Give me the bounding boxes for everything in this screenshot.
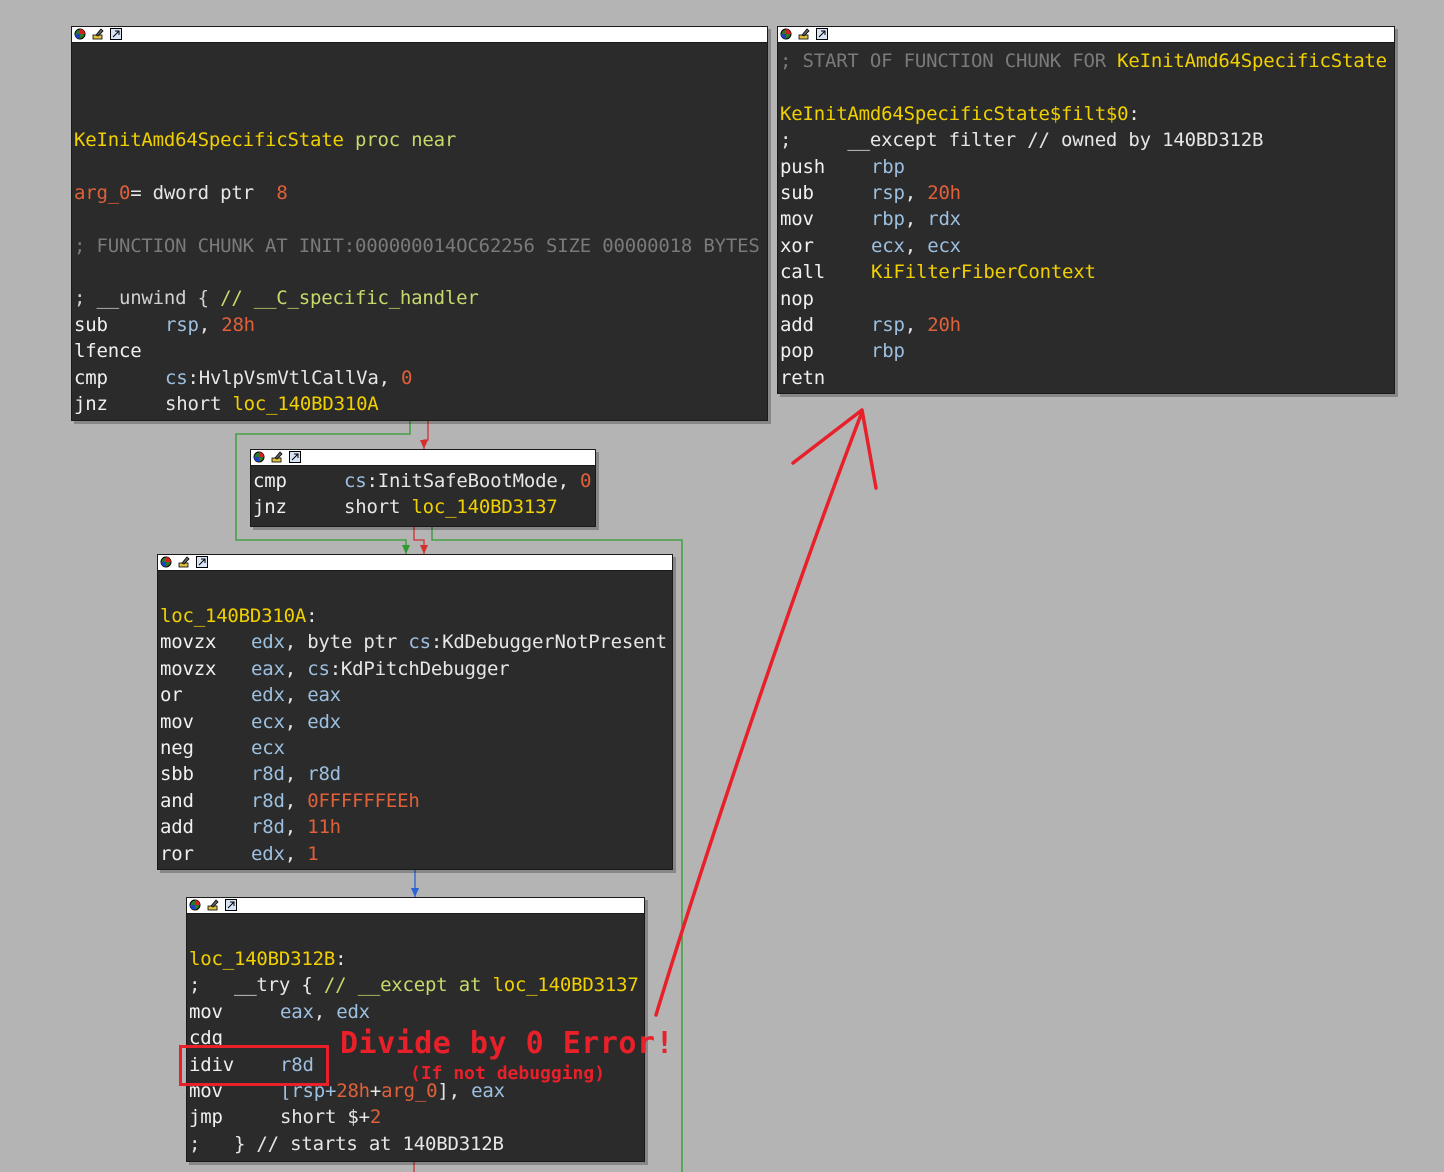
try-comment: ; __try { // __except at loc_140BD3137	[189, 974, 639, 997]
function-name[interactable]: KeInitAmd64SpecificState	[74, 129, 344, 151]
instruction-line[interactable]: xor ecx, ecx	[780, 233, 1392, 259]
instruction-line[interactable]: or edx, eax	[160, 682, 670, 708]
edge-arrowhead	[402, 545, 410, 554]
unwind-comment: ; __unwind { // __C_specific_handler	[74, 287, 479, 310]
jump-target-label[interactable]: loc_140BD3137	[411, 496, 557, 518]
rename-icon[interactable]	[798, 28, 810, 40]
block-label-line: loc_140BD312B:	[189, 948, 347, 970]
collapse-icon[interactable]	[289, 451, 301, 463]
color-icon[interactable]	[189, 899, 201, 911]
jump-target-label[interactable]: loc_140BD310A	[232, 393, 378, 415]
node-titlebar	[72, 27, 767, 43]
instruction-line[interactable]: neg ecx	[160, 735, 670, 761]
edge-arrowhead	[420, 440, 428, 449]
instruction-line[interactable]: cmp cs:HvlpVsmVtlCallVa, 0	[74, 365, 765, 391]
instruction-line[interactable]: movzx eax, cs:KdPitchDebugger	[160, 656, 670, 682]
call-target-label[interactable]: KiFilterFiberContext	[871, 261, 1096, 283]
proc-header-line: KeInitAmd64SpecificState proc near	[74, 129, 457, 151]
graph-node-entry[interactable]: KeInitAmd64SpecificState proc near arg_0…	[71, 26, 768, 421]
instruction-line[interactable]: mov eax, edx	[189, 999, 642, 1025]
edge-arrowhead	[420, 545, 428, 554]
instruction-line[interactable]: pop rbp	[780, 338, 1392, 364]
instruction-line[interactable]: jmp short $+2	[189, 1104, 642, 1130]
chunk-header-comment: ; START OF FUNCTION CHUNK FOR KeInitAmd6…	[780, 50, 1387, 72]
instruction-line[interactable]: ror edx, 1	[160, 841, 670, 867]
instruction-line[interactable]: push rbp	[780, 154, 1392, 180]
instruction-line[interactable]: mov ecx, edx	[160, 709, 670, 735]
color-icon[interactable]	[253, 451, 265, 463]
rename-icon[interactable]	[92, 28, 104, 40]
rename-icon[interactable]	[207, 899, 219, 911]
rename-icon[interactable]	[271, 451, 283, 463]
node-titlebar	[778, 27, 1394, 43]
graph-node-loc-140BD310A[interactable]: loc_140BD310A: movzx edx, byte ptr cs:KdD…	[157, 554, 673, 870]
idiv-highlight-box	[179, 1045, 329, 1086]
instruction-line[interactable]: nop	[780, 286, 1392, 312]
instruction-line[interactable]: cmp cs:InitSafeBootMode, 0	[253, 468, 593, 494]
instruction-line[interactable]: lfence	[74, 338, 765, 364]
block-label-line: KeInitAmd64SpecificState$filt$0:	[780, 102, 1140, 125]
block-label[interactable]: loc_140BD312B	[189, 948, 335, 970]
instruction-line[interactable]: jnz short loc_140BD310A	[74, 391, 765, 417]
collapse-icon[interactable]	[816, 28, 828, 40]
block-label[interactable]: KeInitAmd64SpecificState$filt$0	[780, 103, 1129, 125]
annotation-subtitle: (If not debugging)	[410, 1063, 606, 1084]
collapse-icon[interactable]	[225, 899, 237, 911]
annotation-title: Divide by 0 Error!	[340, 1026, 675, 1061]
instruction-line[interactable]: add r8d, 11h	[160, 814, 670, 840]
graph-node-safeboot-check[interactable]: cmp cs:InitSafeBootMode, 0 jnz short loc_1…	[250, 449, 596, 527]
instruction-line[interactable]: sub rsp, 20h	[780, 180, 1392, 206]
graph-node-except-filter[interactable]: ; START OF FUNCTION CHUNK FOR KeInitAmd6…	[777, 26, 1395, 394]
color-icon[interactable]	[160, 556, 172, 568]
edge-arrowhead	[411, 888, 419, 897]
color-icon[interactable]	[780, 28, 792, 40]
instruction-line[interactable]: call KiFilterFiberContext	[780, 259, 1392, 285]
block-label[interactable]: loc_140BD310A	[160, 605, 306, 627]
instruction-line[interactable]: mov rbp, rdx	[780, 206, 1392, 232]
node-titlebar	[158, 555, 672, 571]
chunk-comment: ; FUNCTION CHUNK AT INIT:000000014OC6225…	[74, 234, 760, 257]
instruction-line[interactable]: and r8d, 0FFFFFFEEh	[160, 788, 670, 814]
rename-icon[interactable]	[178, 556, 190, 568]
instruction-line[interactable]: jnz short loc_140BD3137	[253, 494, 593, 520]
jump-target-label[interactable]: loc_140BD3137	[492, 974, 638, 996]
arg-line: arg_0= dword ptr 8	[74, 181, 288, 204]
try-end-comment: ; } // starts at 140BD312B	[189, 1132, 504, 1155]
block-label-line: loc_140BD310A:	[160, 605, 318, 627]
instruction-line[interactable]: retn	[780, 365, 1392, 391]
except-comment: ; __except filter // owned by 140BD312B	[780, 129, 1264, 152]
instruction-line[interactable]: add rsp, 20h	[780, 312, 1392, 338]
instruction-line[interactable]: movzx edx, byte ptr cs:KdDebuggerNotPrese…	[160, 629, 670, 655]
instruction-line[interactable]: sbb r8d, r8d	[160, 761, 670, 787]
collapse-icon[interactable]	[196, 556, 208, 568]
color-icon[interactable]	[74, 28, 86, 40]
instruction-line[interactable]: sub rsp, 28h	[74, 312, 765, 338]
collapse-icon[interactable]	[110, 28, 122, 40]
node-titlebar	[251, 450, 595, 466]
node-titlebar	[187, 898, 644, 914]
